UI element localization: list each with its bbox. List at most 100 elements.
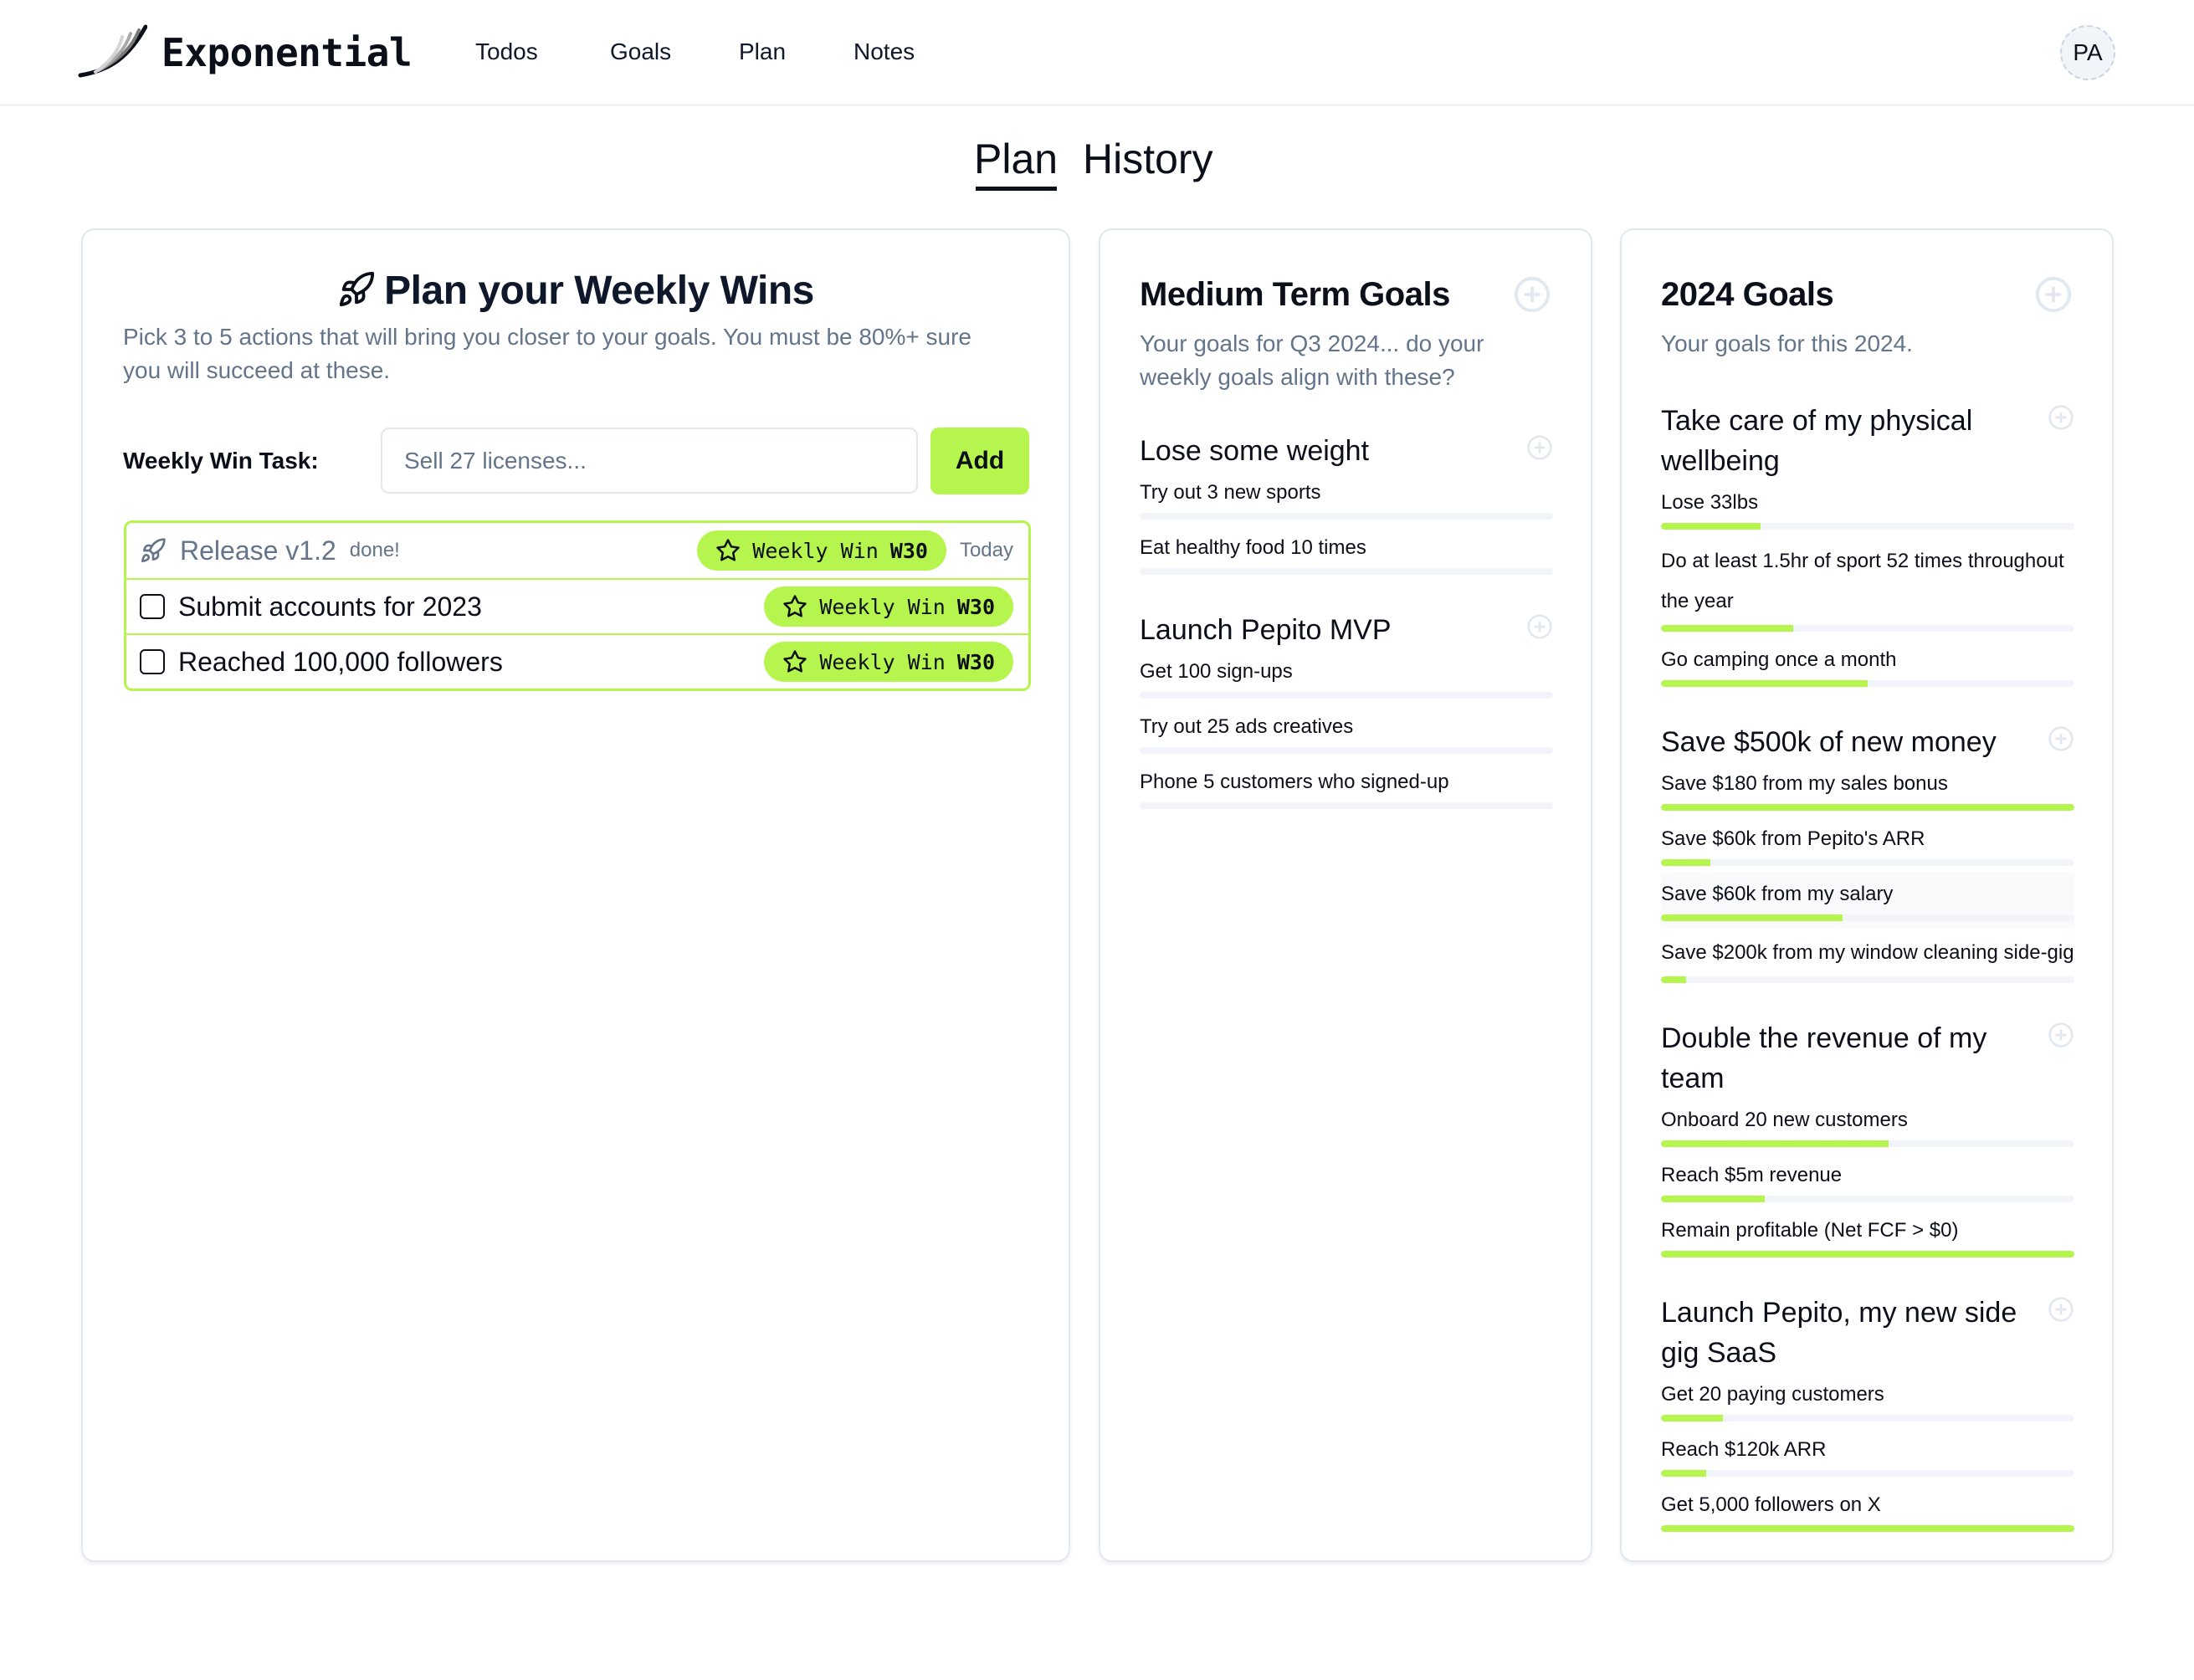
badge-label: Weekly Win [819, 594, 946, 619]
progress-bar [1140, 747, 1553, 754]
goal-group: Double the revenue of my team Onboard 20 … [1661, 1018, 2074, 1264]
add-task-button[interactable]: Add [930, 428, 1029, 494]
weekly-win-list: Release v1.2 done! Weekly Win W30 Today … [124, 520, 1031, 691]
subgoal-item[interactable]: Go camping once a month [1661, 638, 2074, 694]
goal-title[interactable]: Lose some weight [1140, 431, 1553, 471]
top-navbar: Exponential Todos Goals Plan Notes PA [0, 0, 2194, 106]
task-text: Reached 100,000 followers [178, 647, 503, 677]
goal-title[interactable]: Double the revenue of my team [1661, 1018, 2074, 1099]
progress-bar-fill [1661, 914, 1843, 921]
progress-bar [1661, 1525, 2074, 1532]
add-medium-goal-plus-icon[interactable] [1513, 275, 1551, 314]
subgoal-item[interactable]: Reach $120k ARR [1661, 1428, 2074, 1483]
subgoal-item[interactable]: Save $200k from my window cleaning side-… [1661, 928, 2074, 990]
progress-bar-fill [1661, 1415, 1724, 1421]
progress-bar-fill [1661, 1251, 2074, 1257]
exponential-logo-icon[interactable] [77, 23, 147, 79]
subgoal-text: Remain profitable (Net FCF > $0) [1661, 1219, 1959, 1242]
subgoal-item[interactable]: Eat healthy food 10 times [1140, 526, 1553, 581]
task-row[interactable]: Submit accounts for 2023 Weekly Win W30 [126, 578, 1028, 633]
progress-bar [1661, 914, 2074, 921]
tab-plan[interactable]: Plan [974, 132, 1058, 186]
subgoal-item[interactable]: Get 5,000 followers on X [1661, 1483, 2074, 1539]
progress-bar-fill [1661, 1140, 1889, 1147]
goal-group: Take care of my physical wellbeing Lose 3… [1661, 401, 2074, 694]
progress-bar-fill [1661, 859, 1711, 866]
user-avatar[interactable]: PA [2060, 25, 2115, 80]
weekly-win-badge[interactable]: Weekly Win W30 [764, 586, 1013, 627]
task-checkbox[interactable] [140, 649, 165, 674]
nav-goals[interactable]: Goals [610, 33, 671, 70]
subgoal-text: Save $60k from my salary [1661, 883, 1894, 905]
add-yearly-goal-plus-icon[interactable] [2034, 275, 2073, 314]
progress-bar [1661, 1415, 2074, 1421]
weekly-win-badge[interactable]: Weekly Win W30 [764, 642, 1013, 682]
subgoal-text: Save $180 from my sales bonus [1661, 772, 1948, 795]
badge-week: W30 [956, 649, 995, 674]
badge-week: W30 [956, 594, 995, 619]
progress-bar [1661, 1251, 2074, 1257]
add-subgoal-plus-icon[interactable] [2048, 1296, 2074, 1323]
add-subgoal-plus-icon[interactable] [1526, 613, 1553, 640]
goal-title[interactable]: Launch Pepito MVP [1140, 610, 1553, 650]
subgoal-text: Do at least 1.5hr of sport 52 times thro… [1661, 550, 2064, 612]
task-row[interactable]: Reached 100,000 followers Weekly Win W30 [126, 633, 1028, 689]
goal-title[interactable]: Save $500k of new money [1661, 722, 2074, 762]
subgoal-item[interactable]: Save $60k from my salary [1661, 873, 2074, 928]
weekly-wins-title: Plan your Weekly Wins [384, 269, 814, 313]
progress-bar [1140, 692, 1553, 699]
subgoal-item[interactable]: Phone 5 customers who signed-up [1140, 761, 1553, 816]
badge-week: W30 [889, 538, 928, 563]
goal-title[interactable]: Take care of my physical wellbeing [1661, 401, 2074, 481]
add-subgoal-plus-icon[interactable] [2048, 725, 2074, 752]
active-tab-indicator [976, 187, 1057, 191]
subgoal-text: Try out 25 ads creatives [1140, 715, 1354, 738]
progress-bar-fill [1661, 680, 1868, 687]
progress-bar-fill [1661, 523, 1761, 530]
weekly-win-task-label: Weekly Win Task: [123, 448, 319, 474]
subgoal-item[interactable]: Get 100 sign-ups [1140, 650, 1553, 705]
subgoal-text: Get 100 sign-ups [1140, 660, 1293, 683]
nav-notes[interactable]: Notes [854, 33, 915, 70]
weekly-win-badge[interactable]: Weekly Win W30 [697, 530, 946, 571]
subgoal-item[interactable]: Do at least 1.5hr of sport 52 times thro… [1661, 536, 2074, 638]
subgoal-item[interactable]: Get 20 paying customers [1661, 1373, 2074, 1428]
subgoal-text: Save $200k from my window cleaning side-… [1661, 941, 2074, 964]
add-subgoal-plus-icon[interactable] [2048, 1022, 2074, 1048]
subgoal-item[interactable]: Save $180 from my sales bonus [1661, 762, 2074, 817]
star-icon [783, 595, 807, 617]
progress-bar [1140, 802, 1553, 809]
nav-plan[interactable]: Plan [739, 33, 786, 70]
task-checkbox[interactable] [140, 594, 165, 619]
medium-term-goals-title: Medium Term Goals [1140, 276, 1450, 313]
add-subgoal-plus-icon[interactable] [2048, 404, 2074, 431]
progress-bar [1140, 568, 1553, 575]
subgoal-item[interactable]: Try out 3 new sports [1140, 471, 1553, 526]
subgoal-item[interactable]: Try out 25 ads creatives [1140, 705, 1553, 761]
subgoal-item[interactable]: Remain profitable (Net FCF > $0) [1661, 1209, 2074, 1264]
progress-bar-fill [1661, 625, 1794, 632]
progress-bar [1661, 1196, 2074, 1202]
subgoal-item[interactable]: Reach $5m revenue [1661, 1154, 2074, 1209]
subgoal-text: Onboard 20 new customers [1661, 1109, 1908, 1131]
subgoal-item[interactable]: Save $60k from Pepito's ARR [1661, 817, 2074, 873]
brand-name[interactable]: Exponential [161, 25, 413, 80]
subgoal-item[interactable]: Lose 33lbs [1661, 481, 2074, 536]
goal-title[interactable]: Launch Pepito, my new side gig SaaS [1661, 1293, 2074, 1373]
weekly-win-task-input[interactable] [381, 428, 918, 494]
progress-bar [1140, 513, 1553, 520]
nav-todos[interactable]: Todos [475, 33, 538, 70]
progress-bar [1661, 976, 2074, 983]
goal-group: Save $500k of new money Save $180 from my… [1661, 722, 2074, 990]
tab-history[interactable]: History [1083, 132, 1213, 186]
progress-bar-fill [1661, 804, 2074, 811]
subgoal-text: Reach $5m revenue [1661, 1164, 1843, 1186]
badge-label: Weekly Win [819, 649, 946, 674]
task-row[interactable]: Release v1.2 done! Weekly Win W30 Today [126, 523, 1028, 578]
rocket-icon [340, 271, 375, 307]
progress-bar-fill [1661, 1196, 1765, 1202]
yearly-goals-description: Your goals for this 2024. [1661, 330, 1913, 356]
progress-bar-fill [1661, 976, 1686, 983]
subgoal-item[interactable]: Onboard 20 new customers [1661, 1099, 2074, 1154]
add-subgoal-plus-icon[interactable] [1526, 434, 1553, 461]
